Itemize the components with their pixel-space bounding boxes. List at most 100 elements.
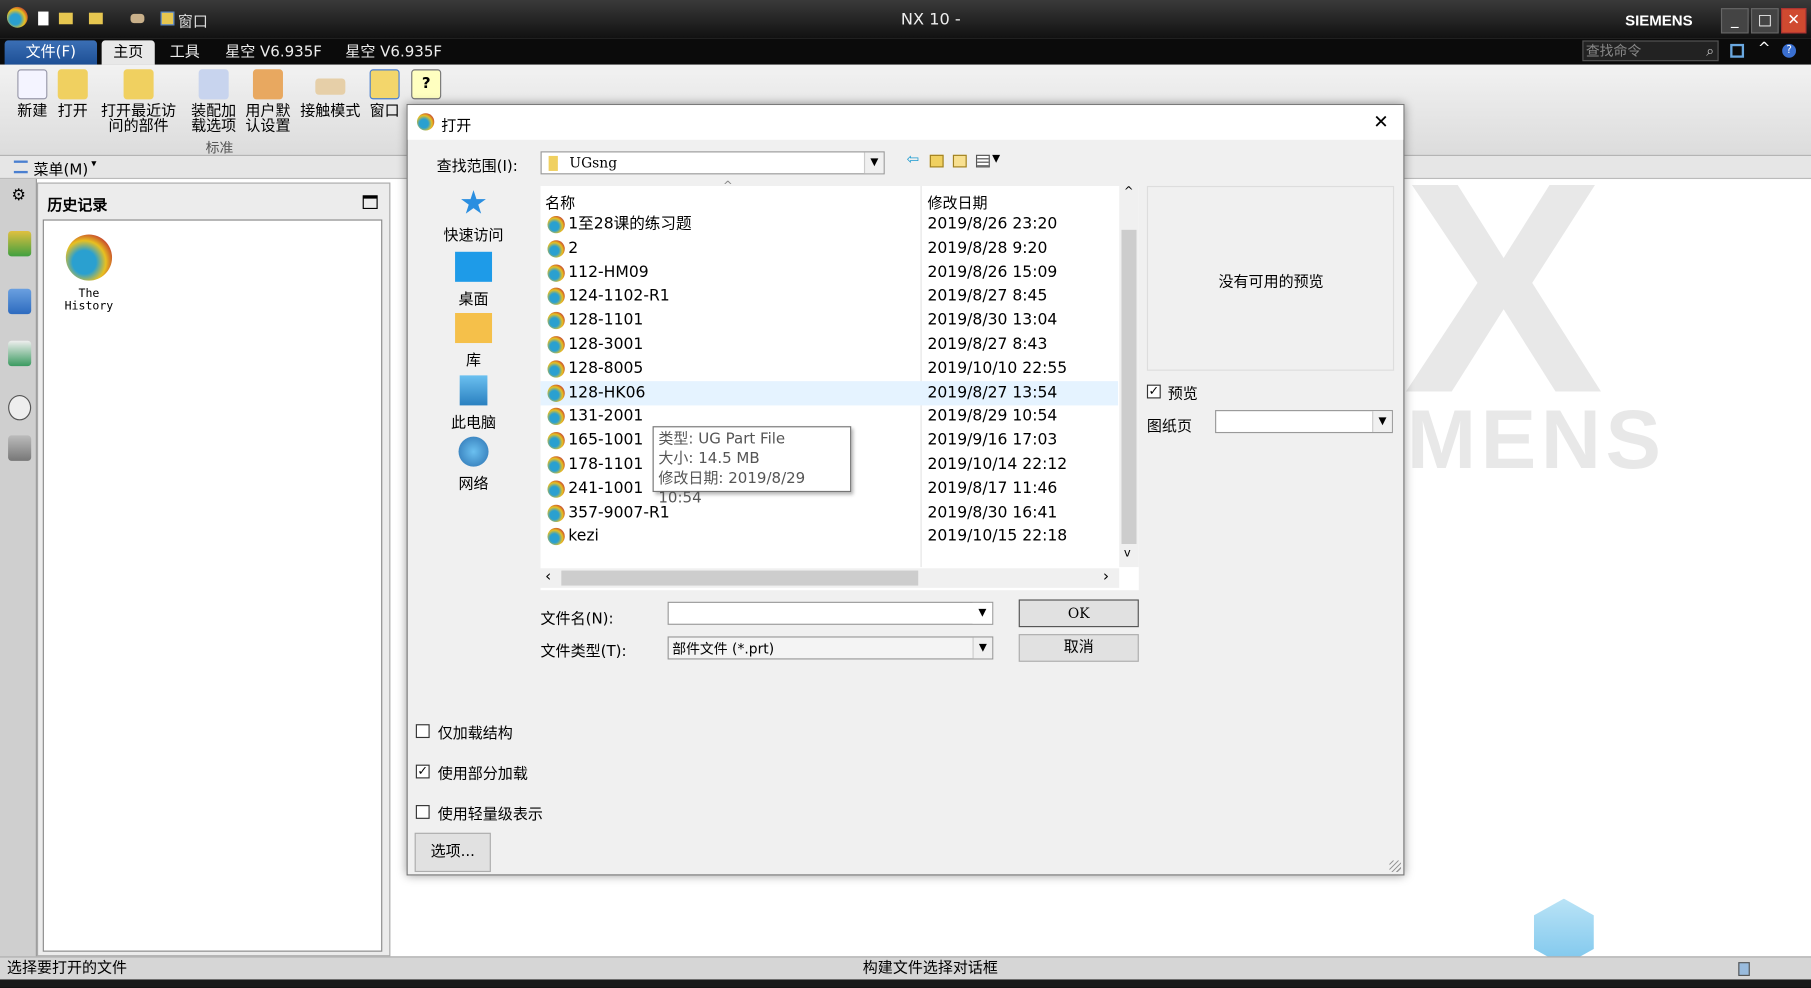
user-defaults-button[interactable]: 用户默 认设置: [243, 69, 294, 134]
help-button[interactable]: ?: [411, 69, 442, 104]
horizontal-scroll-thumb[interactable]: [561, 570, 919, 586]
window-button[interactable]: 窗口: [367, 69, 402, 119]
help-icon[interactable]: ?: [1782, 43, 1797, 58]
vertical-scrollbar[interactable]: ^ v: [1119, 185, 1139, 568]
lightweight-checkbox[interactable]: [415, 805, 430, 819]
file-name: 178-1101: [568, 455, 644, 474]
settings-gear-icon[interactable]: ⚙: [12, 186, 27, 204]
file-row[interactable]: kezi 2019/10/15 22:18: [541, 525, 1118, 549]
history-clock-icon[interactable]: [8, 395, 32, 421]
dialog-close-button[interactable]: ✕: [1373, 111, 1388, 133]
column-header-date[interactable]: 修改日期: [927, 191, 987, 212]
open-recent-button[interactable]: 打开最近访 问的部件: [97, 69, 180, 134]
scroll-down-icon[interactable]: v: [1124, 547, 1131, 560]
maximize-button[interactable]: □: [1750, 8, 1779, 34]
chevron-down-icon[interactable]: ▼: [972, 602, 993, 624]
up-folder-icon[interactable]: [929, 154, 944, 168]
file-date: 2019/10/14 22:12: [927, 455, 1068, 474]
filename-input[interactable]: ▼: [667, 601, 994, 625]
new-folder-icon[interactable]: [952, 154, 967, 168]
history-item[interactable]: The History: [53, 225, 125, 313]
window-icon[interactable]: [160, 11, 175, 26]
resize-grip[interactable]: [1389, 860, 1402, 873]
place-this-pc[interactable]: 此电脑: [433, 375, 514, 432]
file-list: ^ 名称 修改日期 1至28课的练习题 2019/8/26 23:20 2 2019/…: [540, 180, 1139, 591]
back-icon[interactable]: ⇦: [907, 151, 920, 168]
file-row[interactable]: 128-1101 2019/8/30 13:04: [541, 309, 1118, 333]
sort-ascending-icon: ^: [723, 180, 733, 193]
place-quick-access[interactable]: ★ 快速访问: [433, 187, 514, 245]
file-row[interactable]: 2 2019/8/28 9:20: [541, 237, 1118, 261]
panel-maximize-icon[interactable]: [362, 195, 378, 210]
scroll-left-icon[interactable]: ‹: [545, 568, 551, 585]
menu-button[interactable]: 菜单(M): [33, 157, 88, 179]
touch-icon[interactable]: [130, 13, 145, 24]
fullscreen-icon[interactable]: [1730, 43, 1745, 58]
load-structure-only-label: 仅加载结构: [437, 725, 513, 743]
place-desktop[interactable]: 桌面: [433, 251, 514, 308]
vertical-scroll-thumb[interactable]: [1121, 229, 1137, 545]
file-row[interactable]: 128-3001 2019/8/27 8:43: [541, 333, 1118, 357]
scroll-up-icon[interactable]: ^: [1124, 186, 1134, 199]
menu-dropdown-icon[interactable]: ▾: [91, 158, 96, 170]
view-dropdown-icon[interactable]: ▼: [992, 154, 1000, 166]
file-row[interactable]: 128-8005 2019/10/10 22:55: [541, 357, 1118, 381]
ug-part-file-icon: [547, 264, 565, 282]
part-navigator-icon[interactable]: [8, 288, 32, 315]
scroll-right-icon[interactable]: ›: [1103, 568, 1109, 585]
new-icon[interactable]: [38, 11, 49, 26]
place-libraries[interactable]: 库: [433, 313, 514, 370]
partial-load-checkbox[interactable]: ✓: [415, 765, 430, 779]
file-date: 2019/8/29 10:54: [927, 407, 1058, 426]
look-in-select[interactable]: UGsng ▼: [540, 151, 885, 175]
horizontal-scrollbar[interactable]: ‹ ›: [540, 568, 1120, 588]
folder-icon: [548, 155, 558, 171]
file-row[interactable]: 1至28课的练习题 2019/8/26 23:20: [541, 213, 1118, 237]
collapse-ribbon-icon[interactable]: ^: [1758, 40, 1771, 57]
options-button[interactable]: 选项...: [414, 832, 491, 873]
tab-file[interactable]: 文件(F): [4, 40, 98, 65]
chevron-down-icon[interactable]: ▼: [863, 152, 884, 174]
tab-tools[interactable]: 工具: [158, 40, 211, 64]
file-date: 2019/8/27 13:54: [927, 382, 1058, 402]
touch-mode-button[interactable]: 接触模式: [298, 69, 363, 119]
load-structure-only-checkbox[interactable]: [415, 724, 430, 739]
desktop-icon: [455, 251, 493, 282]
ok-button[interactable]: OK: [1018, 599, 1139, 628]
preview-checkbox[interactable]: ✓: [1146, 384, 1161, 399]
column-header-name[interactable]: 名称: [545, 191, 575, 212]
assembly-navigator-icon[interactable]: [8, 231, 32, 257]
tooltip-modified: 修改日期: 2019/8/29 10:54: [658, 470, 806, 508]
filetype-select[interactable]: 部件文件 (*.prt) ▼: [667, 636, 994, 660]
file-name: 112-HM09: [568, 262, 649, 282]
tab-xingkong-1[interactable]: 星空 V6.935F: [214, 40, 334, 64]
chevron-down-icon[interactable]: ▼: [1372, 411, 1392, 432]
file-row[interactable]: 128-HK06 2019/8/27 13:54: [540, 380, 1119, 405]
roles-icon[interactable]: [8, 435, 32, 461]
file-date: 2019/8/17 11:46: [927, 479, 1058, 498]
sheet-select[interactable]: ▼: [1215, 410, 1393, 434]
open-button[interactable]: 打开: [55, 69, 90, 119]
recent-icon[interactable]: [88, 12, 103, 25]
file-date: 2019/8/26 23:20: [927, 214, 1058, 234]
status-icon[interactable]: [1738, 962, 1750, 976]
file-date: 2019/8/27 8:43: [927, 334, 1048, 354]
tab-home[interactable]: 主页: [101, 40, 155, 65]
file-row[interactable]: 112-HM09 2019/8/26 15:09: [541, 261, 1118, 285]
qat-window-label[interactable]: 窗口: [178, 9, 208, 31]
file-name: 128-3001: [568, 334, 644, 354]
view-menu-icon[interactable]: [975, 154, 990, 168]
place-network[interactable]: 网络: [433, 436, 514, 493]
cancel-button[interactable]: 取消: [1018, 634, 1139, 662]
chevron-down-icon[interactable]: ▼: [972, 637, 993, 659]
minimize-button[interactable]: _: [1720, 8, 1749, 34]
open-icon[interactable]: [58, 12, 73, 25]
command-search-input[interactable]: 查找命令 ⌕: [1582, 40, 1719, 62]
look-in-label: 查找范围(I):: [436, 158, 518, 176]
tab-xingkong-2[interactable]: 星空 V6.935F: [334, 40, 454, 64]
assembly-load-options-button[interactable]: 装配加 载选项: [188, 69, 239, 134]
new-button[interactable]: 新建: [15, 69, 50, 119]
close-button[interactable]: ✕: [1781, 8, 1807, 34]
file-row[interactable]: 124-1102-R1 2019/8/27 8:45: [541, 285, 1118, 309]
web-browser-icon[interactable]: [8, 340, 32, 367]
